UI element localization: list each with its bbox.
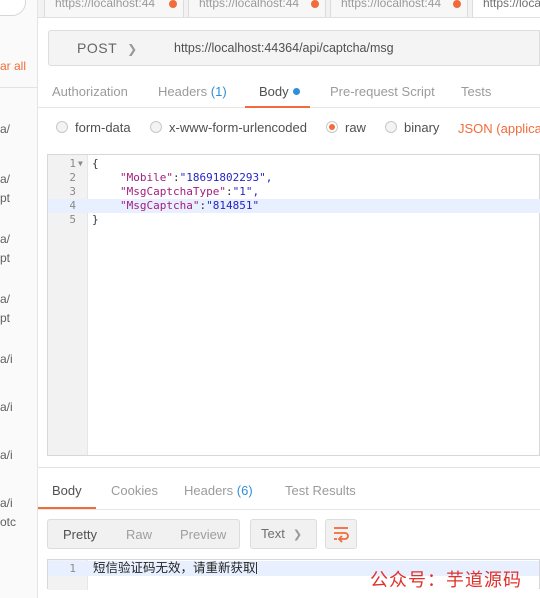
request-tab[interactable]: https://localhost:44 <box>44 0 184 17</box>
editor-line: 2 "Mobile":"18691802293", <box>48 171 540 185</box>
json-key: "MsgCaptcha" <box>120 199 200 212</box>
tab-label: Tests <box>461 84 492 99</box>
format-select[interactable]: Text ❯ <box>250 519 317 549</box>
history-item[interactable]: a/ <box>0 232 10 246</box>
view-mode-group: Pretty Raw Preview <box>47 519 240 549</box>
request-tab-label: https://localhost:44 <box>199 0 300 10</box>
url-input[interactable]: https://localhost:44364/api/captcha/msg <box>163 30 540 66</box>
json-value: "814851" <box>206 199 260 212</box>
tab-test-results[interactable]: Test Results <box>285 483 356 498</box>
response-message: 短信验证码无效，请重新获取 <box>93 561 256 575</box>
editor-line-active: 4 "MsgCaptcha":"814851" <box>48 199 540 213</box>
response-text: 短信验证码无效，请重新获取 <box>93 561 257 576</box>
request-body-editor[interactable]: 1 ▼ { 2 "Mobile":"18691802293", 3 "MsgCa… <box>47 154 540 456</box>
chevron-down-icon: ❯ <box>292 529 303 541</box>
tab-tests[interactable]: Tests <box>461 84 491 99</box>
method-label: POST <box>77 40 118 56</box>
headers-count: (1) <box>210 84 227 99</box>
tab-response-body[interactable]: Body <box>38 483 96 509</box>
pane-divider[interactable] <box>38 467 540 468</box>
sidebar-search-box[interactable] <box>0 0 26 16</box>
history-item[interactable]: a/ <box>0 122 10 136</box>
request-tab-active[interactable]: https://loca <box>472 0 540 17</box>
editor-line: 5 } <box>48 213 540 227</box>
editor-line: 1 ▼ { <box>48 157 540 171</box>
request-tab-label: https://localhost:44 <box>341 0 442 10</box>
json-value: "1", <box>232 185 260 198</box>
tab-response-headers[interactable]: Headers (6) <box>184 483 253 498</box>
history-item-text: pt <box>0 191 11 205</box>
radio-label: binary <box>404 120 440 135</box>
tab-label: Headers <box>158 84 208 99</box>
wrap-icon <box>334 527 349 543</box>
fold-arrow-icon[interactable]: ▼ <box>78 157 83 171</box>
radio-circle <box>385 121 397 133</box>
line-number: 1 <box>69 157 76 170</box>
request-tab-label: https://loca <box>483 0 540 10</box>
history-item[interactable]: a/i <box>0 496 13 510</box>
tab-prerequest-script[interactable]: Pre-request Script <box>330 84 435 99</box>
history-item[interactable]: a/ <box>0 292 10 306</box>
tab-cookies[interactable]: Cookies <box>111 483 158 498</box>
tab-body[interactable]: Body <box>245 84 310 108</box>
tab-label: Body <box>259 84 289 99</box>
text-caret <box>255 562 257 574</box>
tab-label: Authorization <box>52 84 128 99</box>
unsaved-dot-icon <box>453 0 461 8</box>
history-item[interactable]: a/i <box>0 400 13 414</box>
watermark-text: 公众号：芋道源码 <box>370 570 522 591</box>
unsaved-dot-icon <box>311 0 319 8</box>
raw-button[interactable]: Raw <box>126 527 152 542</box>
response-tabs-divider <box>38 509 540 510</box>
headers-count: (6) <box>236 483 253 498</box>
format-label: Text <box>261 526 285 541</box>
request-tab[interactable]: https://localhost:44 <box>188 0 326 17</box>
history-sidebar: ar all a/ a/ pt a/ pt a/ pt a/i a/i a/i … <box>0 0 38 598</box>
json-key: "Mobile" <box>120 171 173 184</box>
clear-all-link[interactable]: ar all <box>0 59 26 73</box>
history-item-text: otc <box>0 515 17 529</box>
preview-button[interactable]: Preview <box>180 527 226 542</box>
line-number: 4 <box>69 199 76 212</box>
line-number: 2 <box>69 171 76 184</box>
request-tab-label: https://localhost:44 <box>55 0 156 10</box>
body-indicator-icon <box>292 88 300 95</box>
radio-label: raw <box>345 120 366 135</box>
wrap-lines-button[interactable] <box>325 519 357 549</box>
line-number: 1 <box>69 562 76 575</box>
unsaved-dot-icon <box>169 0 177 8</box>
tab-headers[interactable]: Headers (1) <box>158 84 227 99</box>
code-text: } <box>92 213 99 226</box>
tab-label: Cookies <box>111 483 158 498</box>
editor-line: 3 "MsgCaptchaType":"1", <box>48 185 540 199</box>
code-text: { <box>92 157 99 170</box>
line-number: 3 <box>69 185 76 198</box>
chevron-down-icon: ❯ <box>127 42 138 56</box>
method-select[interactable]: POST ❯ <box>48 30 164 66</box>
radio-circle <box>56 121 68 133</box>
line-number: 5 <box>69 213 76 226</box>
json-key: "MsgCaptchaType" <box>120 185 226 198</box>
pretty-button[interactable]: Pretty <box>63 527 97 542</box>
tab-label: Pre-request Script <box>330 84 435 99</box>
history-item[interactable]: a/i <box>0 352 13 366</box>
request-options-tabs: Authorization Headers (1) Body Pre-reque… <box>38 78 540 108</box>
tab-label: Test Results <box>285 483 356 498</box>
radio-label: x-www-form-urlencoded <box>169 120 307 135</box>
history-item-text: pt <box>0 251 11 265</box>
tab-label: Body <box>52 483 82 498</box>
history-item[interactable]: a/ <box>0 172 10 186</box>
tab-authorization[interactable]: Authorization <box>52 84 128 99</box>
tab-label: Headers <box>184 483 234 498</box>
history-item[interactable]: a/i <box>0 448 13 462</box>
request-tab-bar: https://localhost:44 https://localhost:4… <box>38 0 540 18</box>
sidebar-divider <box>0 87 37 88</box>
history-item-text: pt <box>0 311 11 325</box>
request-tab[interactable]: https://localhost:44 <box>330 0 468 17</box>
content-type-select[interactable]: JSON (applicati <box>458 121 540 136</box>
json-value: "18691802293", <box>179 171 273 184</box>
radio-circle <box>150 121 162 133</box>
radio-label: form-data <box>75 120 131 135</box>
radio-circle <box>326 121 338 133</box>
